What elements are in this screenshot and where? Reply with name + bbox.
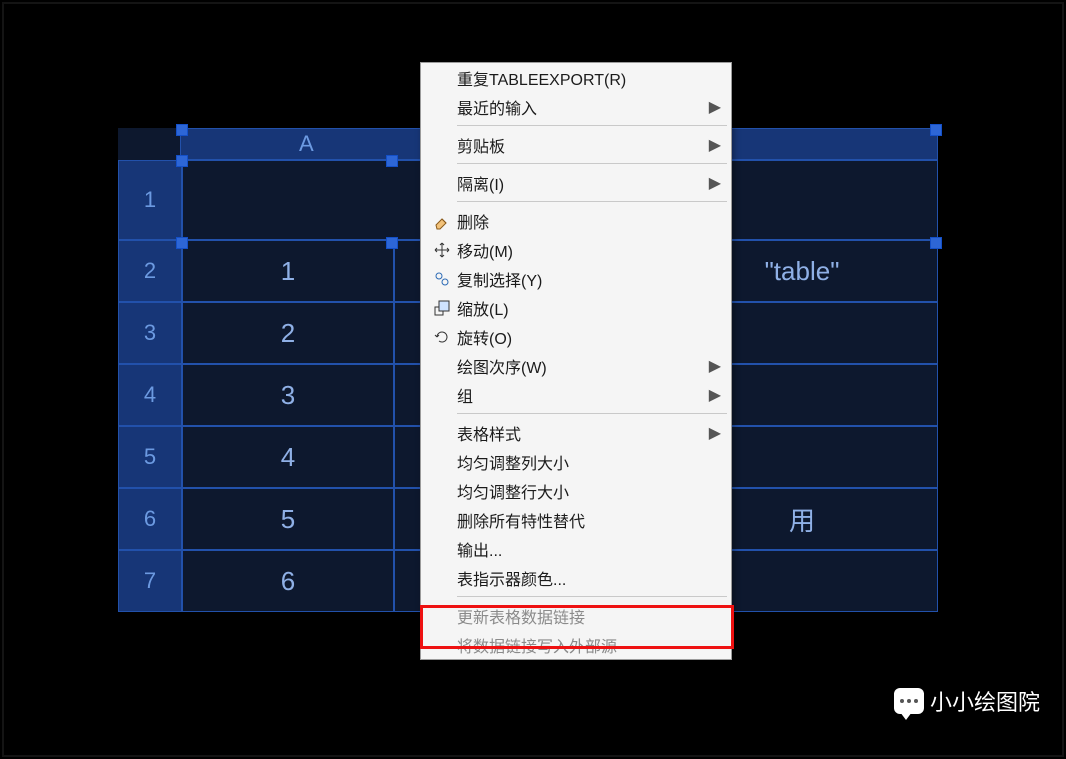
copy-icon (427, 270, 457, 288)
menu-separator (457, 163, 727, 164)
menu-copy-select[interactable]: 复制选择(Y) (421, 264, 731, 293)
row-number-6[interactable]: 6 (118, 488, 182, 550)
menu-rotate[interactable]: 旋转(O) (421, 322, 731, 351)
menu-scale[interactable]: 缩放(L) (421, 293, 731, 322)
menu-group[interactable]: 组▶ (421, 380, 731, 409)
menu-separator (457, 596, 727, 597)
menu-export[interactable]: 输出... (421, 534, 731, 563)
menu-repeat[interactable]: 重复TABLEEXPORT(R) (421, 63, 731, 92)
chevron-right-icon: ▶ (705, 135, 721, 155)
context-menu: 重复TABLEEXPORT(R) 最近的输入▶ 剪贴板▶ 隔离(I)▶ 删除 移… (420, 62, 732, 660)
chevron-right-icon: ▶ (705, 423, 721, 443)
chevron-right-icon: ▶ (705, 97, 721, 117)
chevron-right-icon: ▶ (705, 173, 721, 193)
cell-a4[interactable]: 3 (182, 364, 394, 426)
wechat-icon (894, 688, 924, 714)
menu-isolate[interactable]: 隔离(I)▶ (421, 168, 731, 197)
scale-icon (427, 299, 457, 317)
menu-separator (457, 201, 727, 202)
menu-recent-input[interactable]: 最近的输入▶ (421, 92, 731, 121)
chevron-right-icon: ▶ (705, 385, 721, 405)
menu-clipboard[interactable]: 剪贴板▶ (421, 130, 731, 159)
menu-move[interactable]: 移动(M) (421, 235, 731, 264)
chevron-right-icon: ▶ (705, 356, 721, 376)
menu-indicator-color[interactable]: 表指示器颜色... (421, 563, 731, 592)
row-number-4[interactable]: 4 (118, 364, 182, 426)
watermark-text: 小小绘图院 (930, 685, 1040, 717)
menu-delete-overrides[interactable]: 删除所有特性替代 (421, 505, 731, 534)
cell-a6[interactable]: 5 (182, 488, 394, 550)
menu-separator (457, 413, 727, 414)
menu-uniform-col[interactable]: 均匀调整列大小 (421, 447, 731, 476)
eraser-icon (427, 212, 457, 230)
cad-canvas: A 1 CAD 2 1 "table" 3 2 4 3 5 4 (0, 0, 1066, 759)
cell-a5[interactable]: 4 (182, 426, 394, 488)
menu-uniform-row[interactable]: 均匀调整行大小 (421, 476, 731, 505)
row-number-5[interactable]: 5 (118, 426, 182, 488)
watermark: 小小绘图院 (894, 685, 1040, 717)
menu-delete[interactable]: 删除 (421, 206, 731, 235)
move-icon (427, 241, 457, 259)
cell-a3[interactable]: 2 (182, 302, 394, 364)
column-header-a[interactable]: A (180, 128, 433, 160)
rotate-icon (427, 328, 457, 346)
row-number-1[interactable]: 1 (118, 160, 182, 240)
row-number-7[interactable]: 7 (118, 550, 182, 612)
row-number-3[interactable]: 3 (118, 302, 182, 364)
menu-separator (457, 125, 727, 126)
menu-write-link: 将数据链接写入外部源 (421, 630, 731, 659)
row-number-2[interactable]: 2 (118, 240, 182, 302)
cell-a7[interactable]: 6 (182, 550, 394, 612)
menu-draw-order[interactable]: 绘图次序(W)▶ (421, 351, 731, 380)
cell-a2[interactable]: 1 (182, 240, 394, 302)
menu-update-link: 更新表格数据链接 (421, 601, 731, 630)
menu-table-style[interactable]: 表格样式▶ (421, 418, 731, 447)
